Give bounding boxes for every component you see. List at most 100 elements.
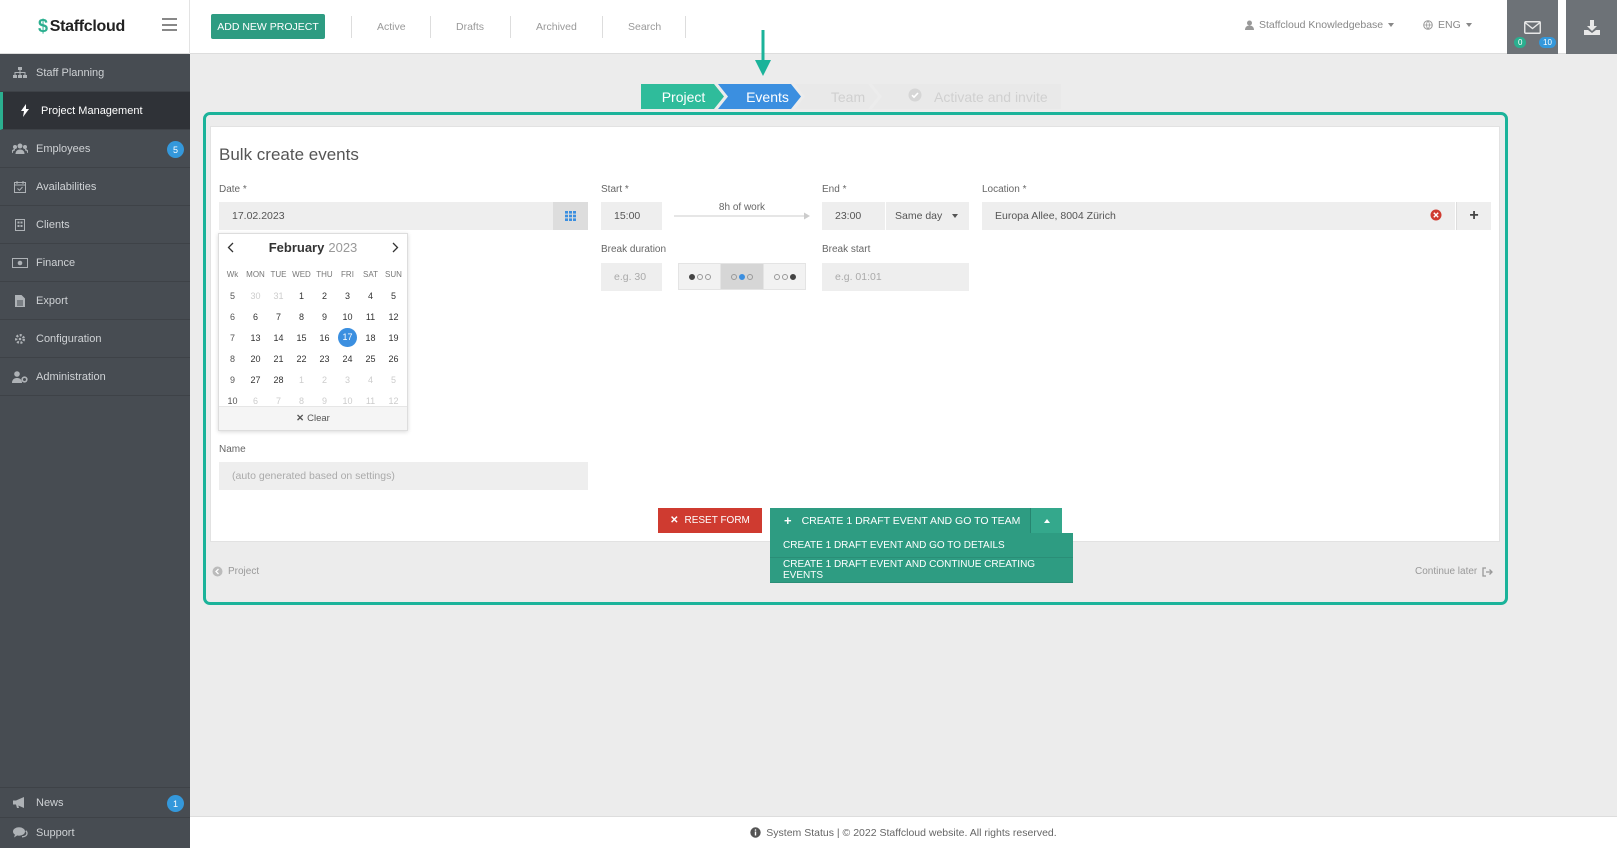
calendar-day[interactable]: 31	[267, 291, 290, 301]
break-position-end-toggle[interactable]	[763, 263, 806, 290]
nav-drafts[interactable]: Drafts	[456, 15, 484, 39]
create-event-team-button[interactable]: + CREATE 1 DRAFT EVENT AND GO TO TEAM	[770, 508, 1063, 533]
calendar-day[interactable]: 24	[336, 354, 359, 364]
calendar-day[interactable]: 1	[290, 291, 313, 301]
calendar-day[interactable]: 25	[359, 354, 382, 364]
weekday-header: SUN	[385, 270, 402, 279]
calendar-day[interactable]: 16	[313, 333, 336, 343]
sidebar-item-configuration[interactable]: Configuration	[0, 320, 190, 358]
calendar-day[interactable]: 4	[359, 375, 382, 385]
event-name-input[interactable]: (auto generated based on settings)	[219, 462, 588, 490]
calendar-day[interactable]: 7	[267, 396, 290, 406]
calendar-day[interactable]: 6	[244, 396, 267, 406]
close-icon: ✕	[296, 413, 305, 424]
sidebar-item-finance[interactable]: Finance	[0, 244, 190, 282]
calendar-day[interactable]: 3	[336, 375, 359, 385]
sidebar-item-export[interactable]: Export	[0, 282, 190, 320]
calendar-day[interactable]: 21	[267, 354, 290, 364]
calendar-day[interactable]: 28	[267, 375, 290, 385]
start-time-input[interactable]: 15:00	[601, 202, 662, 230]
calendar-day[interactable]: 5	[382, 375, 405, 385]
break-position-start-toggle[interactable]	[678, 263, 721, 290]
calendar-day[interactable]: 2	[313, 375, 336, 385]
menu-toggle-icon[interactable]	[162, 18, 177, 31]
sidebar-item-employees[interactable]: Employees 5	[0, 130, 190, 168]
calendar-day[interactable]: 1	[290, 375, 313, 385]
calendar-day[interactable]: 22	[290, 354, 313, 364]
month-year-header[interactable]: February 2023	[219, 239, 407, 255]
wizard-step-project[interactable]: Project	[641, 84, 722, 109]
wizard-step-events[interactable]: Events	[725, 84, 806, 109]
calendar-day[interactable]: 8	[290, 396, 313, 406]
calendar-day[interactable]: 12	[382, 396, 405, 406]
sidebar-item-clients[interactable]: Clients	[0, 206, 190, 244]
calendar-day[interactable]: 4	[359, 291, 382, 301]
end-day-select[interactable]: Same day	[886, 202, 969, 230]
add-new-project-button[interactable]: ADD NEW PROJECT	[211, 14, 325, 39]
calendar-day[interactable]: 27	[244, 375, 267, 385]
week-number: 10	[227, 395, 238, 406]
calendar-day[interactable]: 11	[359, 312, 382, 322]
download-icon	[1583, 19, 1600, 35]
dropdown-toggle[interactable]	[1030, 508, 1063, 533]
calendar-day[interactable]: 15	[290, 333, 313, 343]
sidebar-item-support[interactable]: Support	[0, 817, 190, 847]
calendar-day[interactable]: 9	[313, 312, 336, 322]
calendar-day[interactable]: 2	[313, 291, 336, 301]
break-duration-input[interactable]: e.g. 30	[601, 263, 662, 291]
break-position-middle-toggle[interactable]	[720, 263, 764, 290]
messages-button[interactable]: 0 10	[1507, 0, 1558, 54]
calendar-button[interactable]	[553, 202, 588, 230]
calendar-day[interactable]: 6	[244, 312, 267, 322]
info-circle-icon	[750, 827, 761, 838]
add-location-button[interactable]: +	[1456, 202, 1491, 230]
close-icon: ✕	[670, 515, 679, 526]
calendar-day[interactable]: 18	[359, 333, 382, 343]
calendar-day[interactable]: 19	[382, 333, 405, 343]
calendar-day[interactable]: 10	[336, 312, 359, 322]
calendar-day[interactable]: 8	[290, 312, 313, 322]
calendar-day[interactable]: 13	[244, 333, 267, 343]
next-month-icon[interactable]	[392, 242, 399, 256]
continue-later-link[interactable]: Continue later	[1415, 566, 1494, 577]
clear-date-button[interactable]: ✕ Clear	[219, 406, 407, 430]
reset-form-button[interactable]: ✕ RESET FORM	[658, 508, 762, 533]
calendar-day-selected[interactable]: 17	[338, 328, 357, 347]
account-menu[interactable]: Staffcloud Knowledgebase	[1245, 19, 1395, 31]
bolt-icon	[17, 104, 33, 117]
calendar-day[interactable]: 9	[313, 396, 336, 406]
calendar-day[interactable]: 30	[244, 291, 267, 301]
back-to-project-link[interactable]: Project	[212, 566, 259, 577]
calendar-day[interactable]: 14	[267, 333, 290, 343]
sidebar-item-availabilities[interactable]: Availabilities	[0, 168, 190, 206]
wizard-step-team: Team	[830, 88, 866, 105]
calendar-day[interactable]: 12	[382, 312, 405, 322]
end-time-input[interactable]: 23:00	[822, 202, 885, 230]
sidebar-item-label: Availabilities	[36, 180, 97, 193]
calendar-day[interactable]: 5	[382, 291, 405, 301]
sidebar-item-staff-planning[interactable]: Staff Planning	[0, 54, 190, 92]
continue-later-label: Continue later	[1415, 566, 1478, 577]
sidebar-item-project-management[interactable]: Project Management	[0, 92, 190, 130]
sidebar-item-news[interactable]: News 1	[0, 787, 190, 817]
sidebar-item-administration[interactable]: Administration	[0, 358, 190, 396]
nav-search[interactable]: Search	[628, 15, 661, 39]
calendar-day[interactable]: 10	[336, 396, 359, 406]
user-gear-icon	[12, 370, 28, 383]
break-start-input[interactable]: e.g. 01:01	[822, 263, 969, 291]
clear-location-icon[interactable]	[1430, 209, 1442, 224]
downloads-button[interactable]	[1566, 0, 1617, 54]
create-go-details-option[interactable]: CREATE 1 DRAFT EVENT AND GO TO DETAILS	[770, 533, 1073, 558]
create-continue-option[interactable]: CREATE 1 DRAFT EVENT AND CONTINUE CREATI…	[770, 558, 1073, 583]
location-input[interactable]: Europa Allee, 8004 Zürich	[982, 202, 1455, 230]
calendar-day[interactable]: 11	[359, 396, 382, 406]
calendar-day[interactable]: 3	[336, 291, 359, 301]
nav-active[interactable]: Active	[377, 15, 406, 39]
calendar-day[interactable]: 7	[267, 312, 290, 322]
language-menu[interactable]: ENG	[1423, 19, 1472, 31]
calendar-day[interactable]: 23	[313, 354, 336, 364]
nav-archived[interactable]: Archived	[536, 15, 577, 39]
calendar-day[interactable]: 20	[244, 354, 267, 364]
date-input[interactable]: 17.02.2023	[219, 202, 553, 230]
calendar-day[interactable]: 26	[382, 354, 405, 364]
